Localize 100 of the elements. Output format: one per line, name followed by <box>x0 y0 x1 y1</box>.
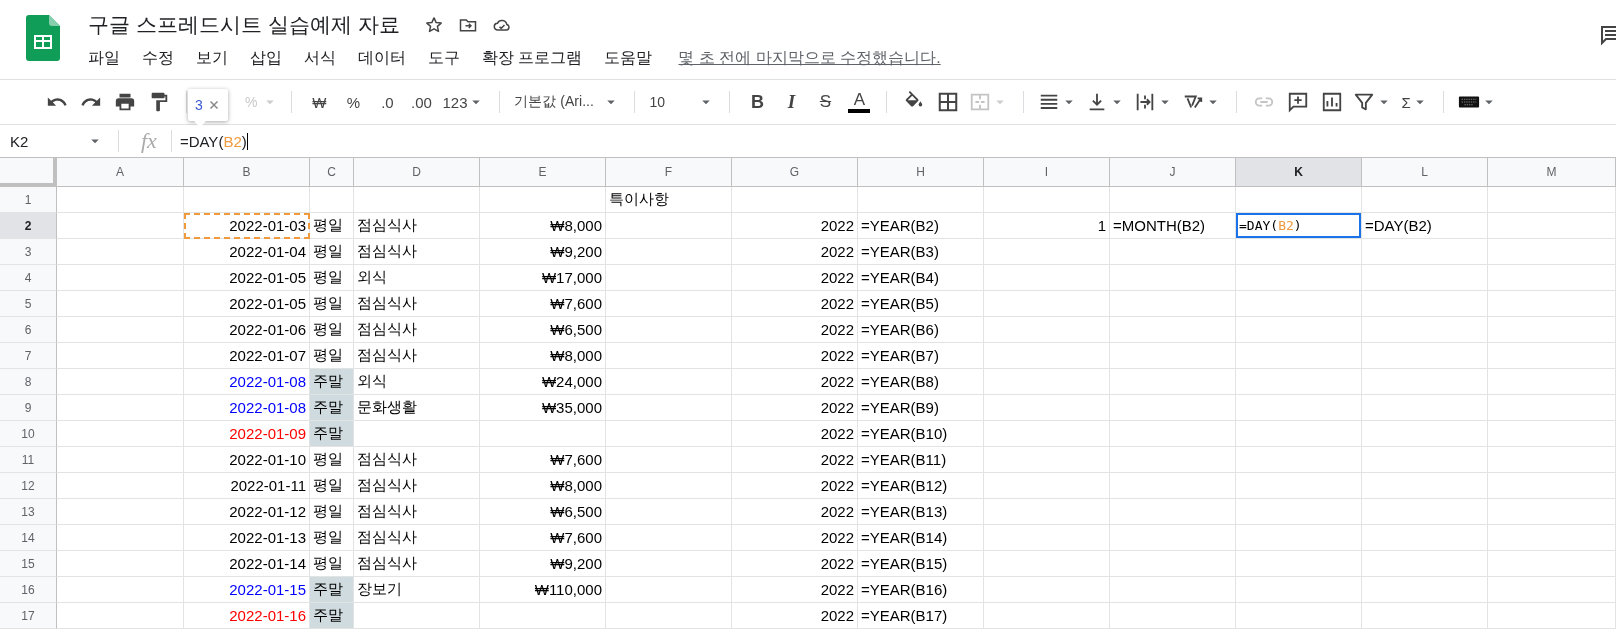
empty-cell[interactable] <box>1110 525 1236 551</box>
menu-item[interactable]: 도움말 <box>604 47 653 69</box>
name-box[interactable]: K2 <box>0 131 110 151</box>
row-header[interactable]: 1 <box>0 187 57 213</box>
filter-icon[interactable] <box>1353 91 1376 113</box>
menu-item[interactable]: 파일 <box>88 47 120 69</box>
empty-cell[interactable] <box>984 577 1110 603</box>
empty-cell[interactable] <box>606 421 732 447</box>
menu-item[interactable]: 서식 <box>304 47 336 69</box>
empty-cell[interactable] <box>1488 421 1616 447</box>
empty-cell[interactable] <box>1362 343 1488 369</box>
column-header[interactable]: I <box>984 158 1110 187</box>
row-header[interactable]: 16 <box>0 577 57 603</box>
empty-cell[interactable] <box>1362 525 1488 551</box>
row-header[interactable]: 14 <box>0 525 57 551</box>
empty-cell[interactable] <box>1488 577 1616 603</box>
increase-decimal-button[interactable]: .00 <box>406 88 437 116</box>
empty-cell[interactable] <box>480 421 606 447</box>
row-header[interactable]: 3 <box>0 239 57 265</box>
merge-icon[interactable] <box>969 91 992 113</box>
empty-cell[interactable] <box>1110 603 1236 629</box>
row-header[interactable]: 12 <box>0 473 57 499</box>
percent-format-button[interactable]: % <box>338 88 369 116</box>
empty-cell[interactable] <box>606 603 732 629</box>
empty-cell[interactable] <box>1488 213 1616 239</box>
cell-editor[interactable]: =DAY(B2) <box>1236 213 1362 239</box>
empty-cell[interactable] <box>1488 291 1616 317</box>
empty-cell[interactable] <box>984 499 1110 525</box>
empty-cell[interactable] <box>606 291 732 317</box>
empty-cell[interactable] <box>606 577 732 603</box>
empty-cell[interactable] <box>1110 317 1236 343</box>
empty-cell[interactable] <box>1488 603 1616 629</box>
empty-cell[interactable] <box>984 343 1110 369</box>
menu-item[interactable]: 보기 <box>196 47 228 69</box>
empty-cell[interactable] <box>1488 551 1616 577</box>
empty-cell[interactable] <box>1236 369 1362 395</box>
empty-cell[interactable] <box>1110 551 1236 577</box>
empty-cell[interactable] <box>1236 343 1362 369</box>
empty-cell[interactable] <box>984 317 1110 343</box>
empty-cell[interactable] <box>1362 369 1488 395</box>
empty-cell[interactable] <box>984 551 1110 577</box>
empty-cell[interactable] <box>984 291 1110 317</box>
row-header[interactable]: 10 <box>0 421 57 447</box>
empty-cell[interactable] <box>1236 551 1362 577</box>
row-header[interactable]: 9 <box>0 395 57 421</box>
row-header[interactable]: 13 <box>0 499 57 525</box>
empty-cell[interactable] <box>984 265 1110 291</box>
row-header[interactable]: 6 <box>0 317 57 343</box>
empty-cell[interactable] <box>606 499 732 525</box>
decrease-decimal-button[interactable]: .0 <box>372 88 403 116</box>
empty-cell[interactable] <box>1362 577 1488 603</box>
empty-cell[interactable] <box>984 447 1110 473</box>
empty-cell[interactable] <box>984 187 1110 213</box>
comment-icon[interactable] <box>1600 24 1616 46</box>
empty-cell[interactable] <box>606 525 732 551</box>
empty-cell[interactable] <box>1362 551 1488 577</box>
empty-cell[interactable] <box>1110 499 1236 525</box>
empty-cell[interactable] <box>1236 317 1362 343</box>
empty-cell[interactable] <box>1236 473 1362 499</box>
empty-cell[interactable] <box>1110 395 1236 421</box>
empty-cell[interactable] <box>1110 369 1236 395</box>
empty-cell[interactable] <box>1110 421 1236 447</box>
empty-cell[interactable] <box>1110 265 1236 291</box>
empty-cell[interactable] <box>1362 291 1488 317</box>
empty-cell[interactable] <box>1488 447 1616 473</box>
empty-cell[interactable] <box>858 187 984 213</box>
empty-cell[interactable] <box>480 603 606 629</box>
column-header[interactable]: A <box>57 158 184 187</box>
empty-cell[interactable] <box>1110 291 1236 317</box>
column-header[interactable]: J <box>1110 158 1236 187</box>
empty-cell[interactable] <box>1236 187 1362 213</box>
empty-cell[interactable] <box>1362 317 1488 343</box>
menu-item[interactable]: 삽입 <box>250 47 282 69</box>
empty-cell[interactable] <box>1488 265 1616 291</box>
text-color-button[interactable]: A <box>844 88 875 116</box>
last-edit-link[interactable]: 몇 초 전에 마지막으로 수정했습니다. <box>678 47 941 69</box>
empty-cell[interactable] <box>606 395 732 421</box>
column-header[interactable]: D <box>354 158 480 187</box>
empty-cell[interactable] <box>1362 187 1488 213</box>
empty-cell[interactable] <box>1110 343 1236 369</box>
empty-cell[interactable] <box>606 369 732 395</box>
empty-cell[interactable] <box>1236 421 1362 447</box>
empty-cell[interactable] <box>1110 447 1236 473</box>
empty-cell[interactable] <box>1362 421 1488 447</box>
empty-cell[interactable] <box>984 421 1110 447</box>
empty-cell[interactable] <box>1362 603 1488 629</box>
empty-cell[interactable] <box>984 369 1110 395</box>
empty-cell[interactable] <box>1236 447 1362 473</box>
menu-item[interactable]: 확장 프로그램 <box>482 47 583 69</box>
empty-cell[interactable] <box>1362 473 1488 499</box>
empty-cell[interactable] <box>1236 603 1362 629</box>
empty-cell[interactable] <box>606 343 732 369</box>
row-header[interactable]: 11 <box>0 447 57 473</box>
empty-cell[interactable] <box>1362 395 1488 421</box>
empty-cell[interactable] <box>1110 239 1236 265</box>
column-header[interactable]: L <box>1362 158 1488 187</box>
font-size-dropdown[interactable]: 10 <box>647 88 718 116</box>
empty-cell[interactable] <box>1236 291 1362 317</box>
document-title[interactable]: 구글 스프레드시트 실습예제 자료 <box>88 11 400 39</box>
empty-cell[interactable] <box>606 473 732 499</box>
